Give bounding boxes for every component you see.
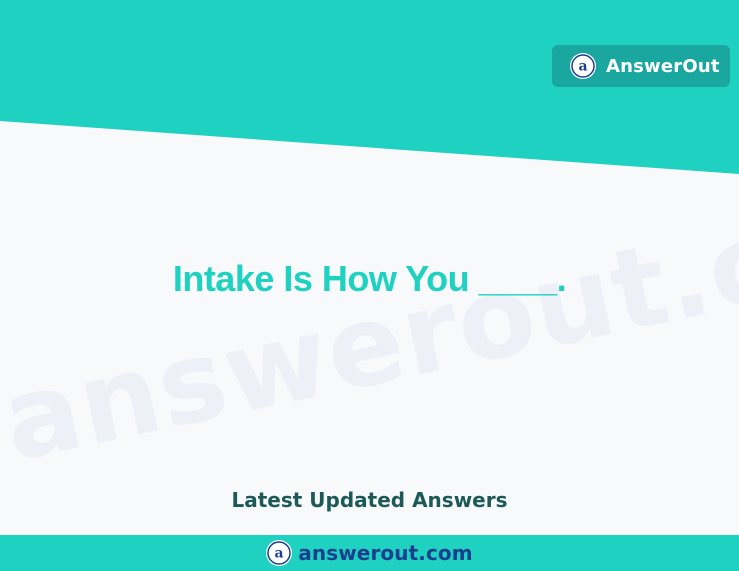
- footer-bar: a answerout.com: [0, 535, 739, 571]
- brand-badge[interactable]: a AnswerOut: [552, 45, 730, 87]
- answerout-a-logo-icon: a: [570, 53, 596, 79]
- page: answerout.com a AnswerOut Intake Is How …: [0, 0, 739, 571]
- question-title: Intake Is How You ____.: [172, 258, 567, 299]
- svg-text:a: a: [578, 59, 587, 75]
- top-teal-band: [0, 0, 739, 174]
- svg-text:a: a: [275, 546, 284, 562]
- answerout-a-logo-icon: a: [266, 540, 293, 566]
- latest-updated-answers-heading: Latest Updated Answers: [231, 488, 508, 512]
- brand-name: AnswerOut: [606, 55, 720, 77]
- watermark: answerout.com: [0, 155, 739, 488]
- footer-domain-link[interactable]: answerout.com: [298, 543, 472, 563]
